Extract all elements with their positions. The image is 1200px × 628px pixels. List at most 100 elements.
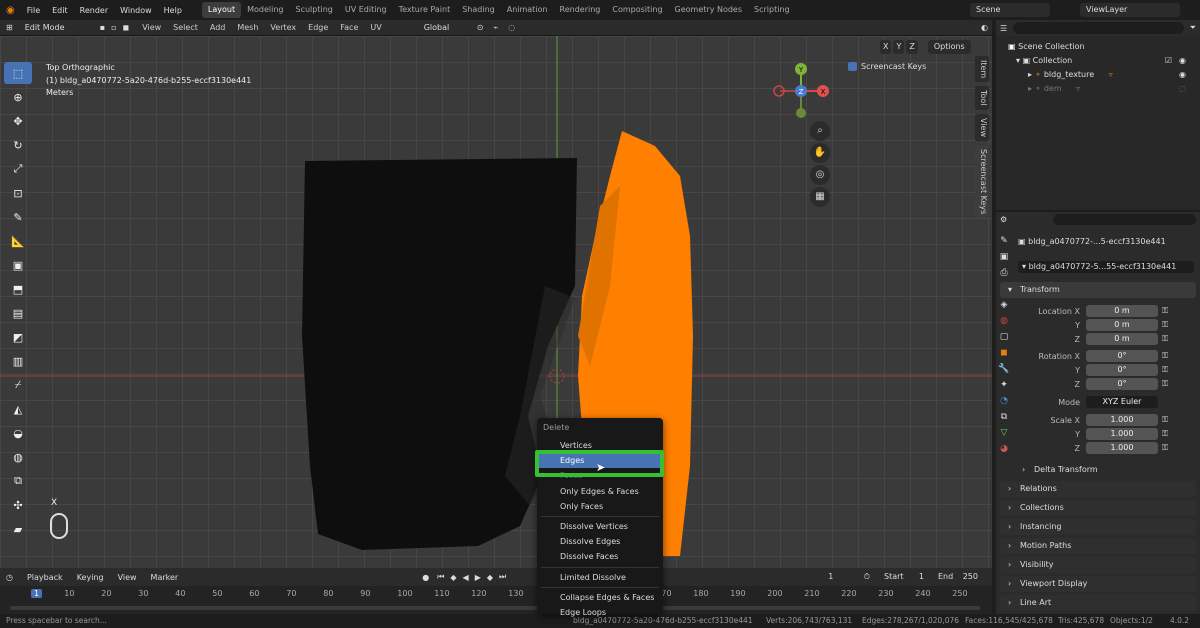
lock-icon[interactable]: ⚿ <box>1162 379 1168 389</box>
knife-tool[interactable]: ⌿ <box>4 374 32 396</box>
timeline-editor-icon[interactable]: ◷ <box>0 573 19 582</box>
menu-item-dissolve-vertices[interactable]: Dissolve Vertices <box>537 519 663 534</box>
section-collections[interactable]: › Collections <box>1000 500 1196 516</box>
3d-viewport[interactable]: Top Orthographic (1) bldg_a0470772-5a20-… <box>0 36 992 568</box>
menu-face[interactable]: Face <box>334 23 364 32</box>
pan-hand-icon[interactable]: ✋ <box>810 143 830 163</box>
rotation-mode-dropdown[interactable]: XYZ Euler <box>1086 396 1158 408</box>
tab-compositing[interactable]: Compositing <box>606 2 668 18</box>
record-icon[interactable]: ● <box>418 573 433 582</box>
menu-item-dissolve-faces[interactable]: Dissolve Faces <box>537 549 663 564</box>
tab-screencast-keys[interactable]: Screencast Keys <box>975 144 989 219</box>
menu-item-only-edges-faces[interactable]: Only Edges & Faces <box>537 484 663 499</box>
checkbox-icon[interactable] <box>848 61 857 71</box>
move-tool[interactable]: ✥ <box>4 110 32 132</box>
inset-tool[interactable]: ▤ <box>4 302 32 324</box>
tab-uv-editing[interactable]: UV Editing <box>339 2 393 18</box>
tab-shading[interactable]: Shading <box>456 2 501 18</box>
menu-uv[interactable]: UV <box>364 23 387 32</box>
screencast-toggle[interactable]: Screencast Keys <box>848 58 970 74</box>
editor-type-icon[interactable]: ⊞ <box>0 23 19 32</box>
scale-y-field[interactable]: 1.000 <box>1086 428 1158 440</box>
outliner-row-collection[interactable]: ▾ ▣ Collection ◉ ☑ <box>996 54 1200 68</box>
end-frame-field[interactable]: End 250 <box>932 570 984 584</box>
transform-orientation[interactable]: Global <box>417 20 472 35</box>
object-name-field[interactable]: ▣ bldg_a0470772-...5-eccf3130e441 <box>1018 236 1196 248</box>
lock-icon[interactable]: ⚿ <box>1162 415 1168 425</box>
camera-icon[interactable]: ◎ <box>810 165 830 185</box>
scale-tool[interactable]: ⤢ <box>4 158 32 180</box>
proportional-edit-icon[interactable]: ◌ <box>503 23 520 32</box>
location-y-field[interactable]: 0 m <box>1086 319 1158 331</box>
eye-icon[interactable]: ◉ <box>1179 54 1186 68</box>
section-visibility[interactable]: › Visibility <box>1000 557 1196 573</box>
tab-geometry-nodes[interactable]: Geometry Nodes <box>669 2 748 18</box>
mirror-z-button[interactable]: Z <box>906 40 918 54</box>
menu-item-collapse-edges-faces[interactable]: Collapse Edges & Faces <box>537 590 663 605</box>
section-transform[interactable]: ▾ Transform <box>1000 282 1196 298</box>
outliner-row-bldg-texture[interactable]: ▸ ⚬ bldg_texture ▿ ◉ <box>996 68 1200 82</box>
tab-rendering[interactable]: Rendering <box>554 2 607 18</box>
extrude-tool[interactable]: ⬒ <box>4 278 32 300</box>
frame-ruler[interactable]: 1102030405060708090100110120130140150160… <box>0 586 992 602</box>
rotation-z-field[interactable]: 0° <box>1086 378 1158 390</box>
view-layer-selector[interactable]: ViewLayer <box>1080 3 1180 17</box>
current-frame-field[interactable]: 1 <box>805 570 856 584</box>
expand-icon[interactable]: ▸ <box>1028 70 1032 79</box>
play-reverse-icon[interactable]: ◀ <box>461 573 471 582</box>
hidden-eye-icon[interactable]: ◌ <box>1179 82 1186 96</box>
measure-tool[interactable]: 📐 <box>4 230 32 252</box>
menu-render[interactable]: Render <box>74 6 114 15</box>
lock-icon[interactable]: ⚿ <box>1162 306 1168 316</box>
transform-tool[interactable]: ⊡ <box>4 182 32 204</box>
tool-tab-icon[interactable]: ✎ <box>1000 236 1008 246</box>
add-cube-tool[interactable]: ▣ <box>4 254 32 276</box>
mesh-data-selector[interactable]: ▾ bldg_a0470772-5...55-eccf3130e441 <box>1018 261 1194 273</box>
lock-icon[interactable]: ⚿ <box>1162 351 1168 361</box>
navigation-gizmo[interactable]: Y X Z <box>770 60 840 130</box>
jump-start-icon[interactable]: ⏮ <box>435 572 446 582</box>
outliner-editor-icon[interactable]: ☰ <box>1000 24 1007 33</box>
lock-icon[interactable]: ⚿ <box>1162 443 1168 453</box>
annotate-tool[interactable]: ✎ <box>4 206 32 228</box>
mode-selector[interactable]: Edit Mode <box>18 20 91 35</box>
menu-edge[interactable]: Edge <box>302 23 334 32</box>
snap-icon[interactable]: ⌁ <box>488 23 503 32</box>
poly-build-tool[interactable]: ◭ <box>4 398 32 420</box>
menu-timeline-view[interactable]: View <box>112 573 143 582</box>
menu-help[interactable]: Help <box>158 6 188 15</box>
checkbox-icon[interactable]: ☑ <box>1165 54 1172 68</box>
shrink-fatten-tool[interactable]: ✣ <box>4 494 32 516</box>
tab-modeling[interactable]: Modeling <box>241 2 289 18</box>
zoom-icon[interactable]: ⌕ <box>810 121 830 141</box>
blender-logo-icon[interactable]: ◉ <box>0 5 21 16</box>
tab-scripting[interactable]: Scripting <box>748 2 796 18</box>
stopwatch-icon[interactable]: ⏱ <box>858 572 876 582</box>
cursor-tool[interactable]: ⊕ <box>4 86 32 108</box>
outliner-row-scene-collection[interactable]: ▣ Scene Collection <box>996 40 1200 54</box>
properties-search-input[interactable] <box>1053 213 1196 225</box>
menu-window[interactable]: Window <box>114 6 158 15</box>
section-delta-transform[interactable]: › Delta Transform <box>1014 462 1194 478</box>
bevel-tool[interactable]: ◩ <box>4 326 32 348</box>
edge-slide-tool[interactable]: ⧉ <box>4 470 32 492</box>
expand-icon[interactable]: ▾ <box>1016 56 1020 65</box>
jump-end-icon[interactable]: ⏭ <box>497 572 508 582</box>
menu-item-only-faces[interactable]: Only Faces <box>537 499 663 514</box>
lock-icon[interactable]: ⚿ <box>1162 429 1168 439</box>
shear-tool[interactable]: ▰ <box>4 518 32 540</box>
eye-icon[interactable]: ◉ <box>1179 68 1186 82</box>
play-icon[interactable]: ▶ <box>473 573 483 582</box>
edge-select-icon[interactable]: ▫ <box>108 23 119 32</box>
menu-item-edge-loops[interactable]: Edge Loops <box>537 605 663 620</box>
vertex-select-icon[interactable]: ▪ <box>97 23 108 32</box>
lock-icon[interactable]: ⚿ <box>1162 334 1168 344</box>
menu-mesh[interactable]: Mesh <box>231 23 264 32</box>
menu-select[interactable]: Select <box>167 23 204 32</box>
mirror-x-button[interactable]: X <box>880 40 892 54</box>
grid-icon[interactable]: ▦ <box>810 187 830 207</box>
expand-icon[interactable]: ▸ <box>1028 84 1032 93</box>
lock-icon[interactable]: ⚿ <box>1162 365 1168 375</box>
loop-cut-tool[interactable]: ▥ <box>4 350 32 372</box>
tab-view[interactable]: View <box>975 113 989 141</box>
